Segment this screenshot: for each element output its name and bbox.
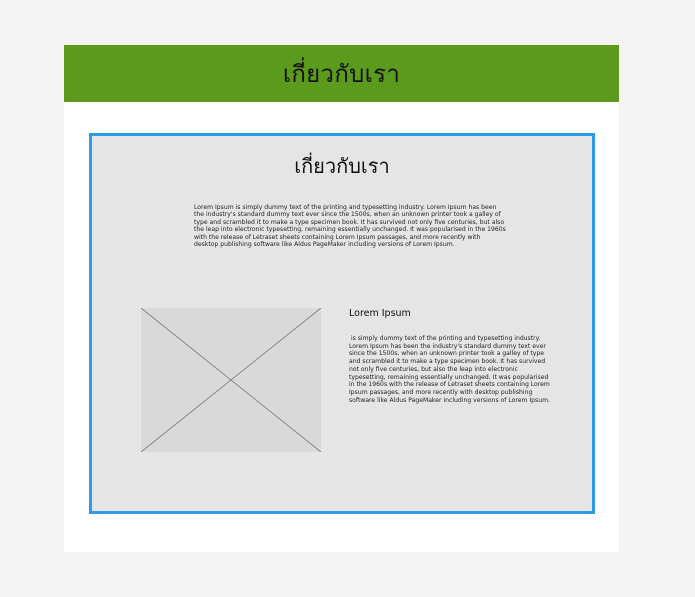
about-section: เกี่ยวกับเรา Lorem Ipsum is simply dummy… <box>89 133 595 514</box>
page-title: เกี่ยวกับเรา <box>282 59 401 88</box>
page-frame: เกี่ยวกับเรา เกี่ยวกับเรา Lorem Ipsum is… <box>64 45 619 552</box>
section-title: เกี่ยวกับเรา <box>294 154 390 178</box>
image-placeholder-graphic <box>141 308 321 452</box>
image-placeholder-icon <box>141 308 321 452</box>
header-bar: เกี่ยวกับเรา <box>64 45 619 102</box>
side-heading: Lorem Ipsum <box>349 308 411 319</box>
side-paragraph: is simply dummy text of the printing and… <box>349 335 552 404</box>
intro-paragraph: Lorem Ipsum is simply dummy text of the … <box>194 204 506 249</box>
